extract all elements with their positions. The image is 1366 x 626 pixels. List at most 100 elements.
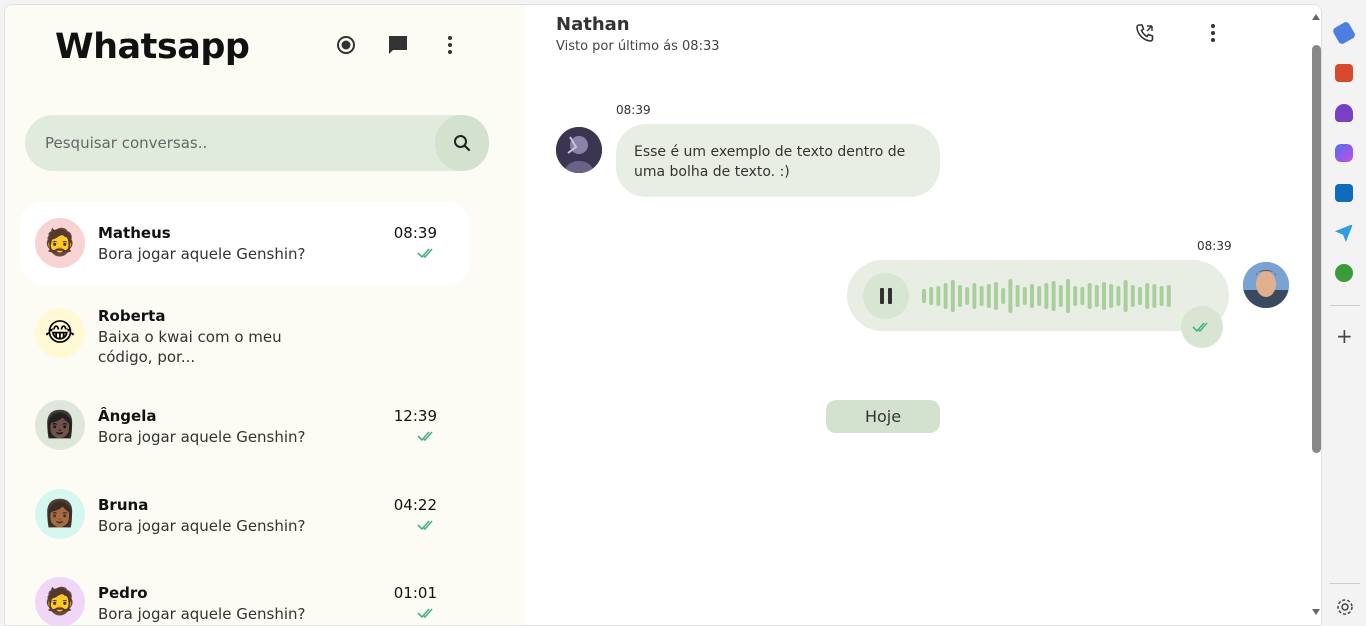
avatar: 👩🏾 [35,489,85,539]
waveform-bar [1087,283,1092,309]
conversation-panel: Nathan Visto por último ás 08:33 08:39 E… [525,5,1308,625]
chat-name: Roberta [98,307,166,325]
chat-name: Matheus [98,224,171,242]
audio-waveform[interactable] [922,278,1174,314]
browser-side-rail: + [1326,0,1366,626]
waveform-bar [1145,283,1150,309]
chat-list-item[interactable]: 🧔 Matheus Bora jogar aquele Genshin? 08:… [20,201,470,285]
waveform-bar [986,284,991,308]
scroll-up-arrow-icon[interactable] [1312,14,1320,20]
chat-time: 12:39 [393,407,437,425]
chat-last-message: Bora jogar aquele Genshin? [98,428,306,446]
copilot-icon[interactable] [1335,144,1353,162]
audio-message-bubble [847,260,1229,331]
waveform-bar [1123,280,1128,312]
waveform-bar [1116,286,1121,306]
games-icon[interactable] [1335,104,1353,122]
chat-name: Pedro [98,584,148,602]
toolbox-icon[interactable] [1335,64,1353,82]
contact-last-seen: Visto por último ás 08:33 [556,39,720,54]
read-ticks-icon [417,431,433,442]
add-icon[interactable]: + [1336,326,1353,346]
waveform-bar [1102,282,1106,310]
new-chat-icon[interactable] [386,33,410,57]
divider [1330,583,1360,584]
read-ticks-icon [417,520,433,531]
waveform-bar [1037,286,1042,306]
scrollbar[interactable] [1308,5,1321,625]
search-bar [25,115,489,171]
waveform-bar [1080,287,1085,305]
waveform-bar [979,286,984,306]
status-icon[interactable] [334,33,358,57]
waveform-bar [1030,284,1034,308]
avatar: 😂 [35,308,85,358]
waveform-bar [994,282,998,310]
chat-time: 01:01 [393,584,437,602]
contact-avatar [556,127,602,173]
chat-sidebar: Whatsapp 🧔 Matheus Bora jogar aquele Gen… [5,5,525,625]
app-title: Whatsapp [55,27,250,67]
avatar: 🧔 [35,577,85,625]
waveform-bar [950,280,955,312]
tree-icon[interactable] [1335,264,1353,282]
settings-gear-icon[interactable] [1336,598,1354,616]
search-input[interactable] [45,115,425,171]
waveform-bar [1152,284,1157,308]
app-window: Whatsapp 🧔 Matheus Bora jogar aquele Gen… [4,4,1322,626]
message-time: 08:39 [616,103,651,117]
chat-name: Bruna [98,496,149,514]
waveform-bar [1159,286,1164,306]
contact-name: Nathan [556,14,630,35]
waveform-bar [972,283,977,309]
waveform-bar [922,289,926,303]
read-ticks-badge [1181,306,1223,348]
avatar: 👩🏿 [35,400,85,450]
scroll-down-arrow-icon[interactable] [1312,609,1320,615]
waveform-bar [1130,285,1135,307]
chat-list-item[interactable]: 👩🏾 Bruna Bora jogar aquele Genshin? 04:2… [20,484,470,568]
waveform-bar [929,287,934,305]
chat-list-item[interactable]: 👩🏿 Ângela Bora jogar aquele Genshin? 12:… [20,395,470,479]
waveform-bar [1066,279,1070,313]
search-icon [454,135,471,152]
chat-last-message: Bora jogar aquele Genshin? [98,517,306,535]
waveform-bar [943,283,948,309]
pause-button[interactable] [863,273,909,319]
waveform-bar [936,286,941,306]
message-time: 08:39 [1197,239,1232,253]
chat-list-item[interactable]: 🧔 Pedro Bora jogar aquele Genshin? 01:01 [20,572,470,625]
scroll-thumb[interactable] [1312,45,1321,453]
menu-dots-icon[interactable] [438,33,462,57]
read-ticks-icon [1192,322,1208,333]
waveform-bar [1015,285,1020,307]
user-avatar [1243,262,1289,308]
waveform-bar [1073,286,1078,306]
chat-last-message: Bora jogar aquele Genshin? [98,245,306,263]
menu-dots-icon[interactable] [1201,21,1225,45]
divider [1330,305,1360,306]
waveform-bar [1022,287,1027,305]
waveform-bar [965,287,970,305]
waveform-bar [1001,288,1006,304]
waveform-bar [1094,285,1099,307]
tag-icon[interactable] [1331,20,1357,46]
chat-last-message: Bora jogar aquele Genshin? [98,605,306,623]
read-ticks-icon [417,608,433,619]
waveform-bar [1109,284,1114,308]
avatar: 🧔 [35,218,85,268]
phone-call-icon[interactable] [1133,21,1157,45]
pause-icon [880,288,892,304]
waveform-bar [1008,279,1013,313]
send-icon[interactable] [1335,224,1353,242]
waveform-bar [1138,287,1142,305]
read-ticks-icon [417,248,433,259]
search-button[interactable] [435,115,489,171]
outlook-icon[interactable] [1335,184,1353,202]
waveform-bar [1166,285,1171,307]
date-divider: Hoje [826,400,940,433]
waveform-bar [1051,281,1056,311]
chat-time: 08:39 [393,224,437,242]
incoming-message-bubble: Esse é um exemplo de texto dentro de uma… [616,124,940,197]
chat-list-item[interactable]: 😂 Roberta Baixa o kwai com o meu código,… [20,295,470,375]
